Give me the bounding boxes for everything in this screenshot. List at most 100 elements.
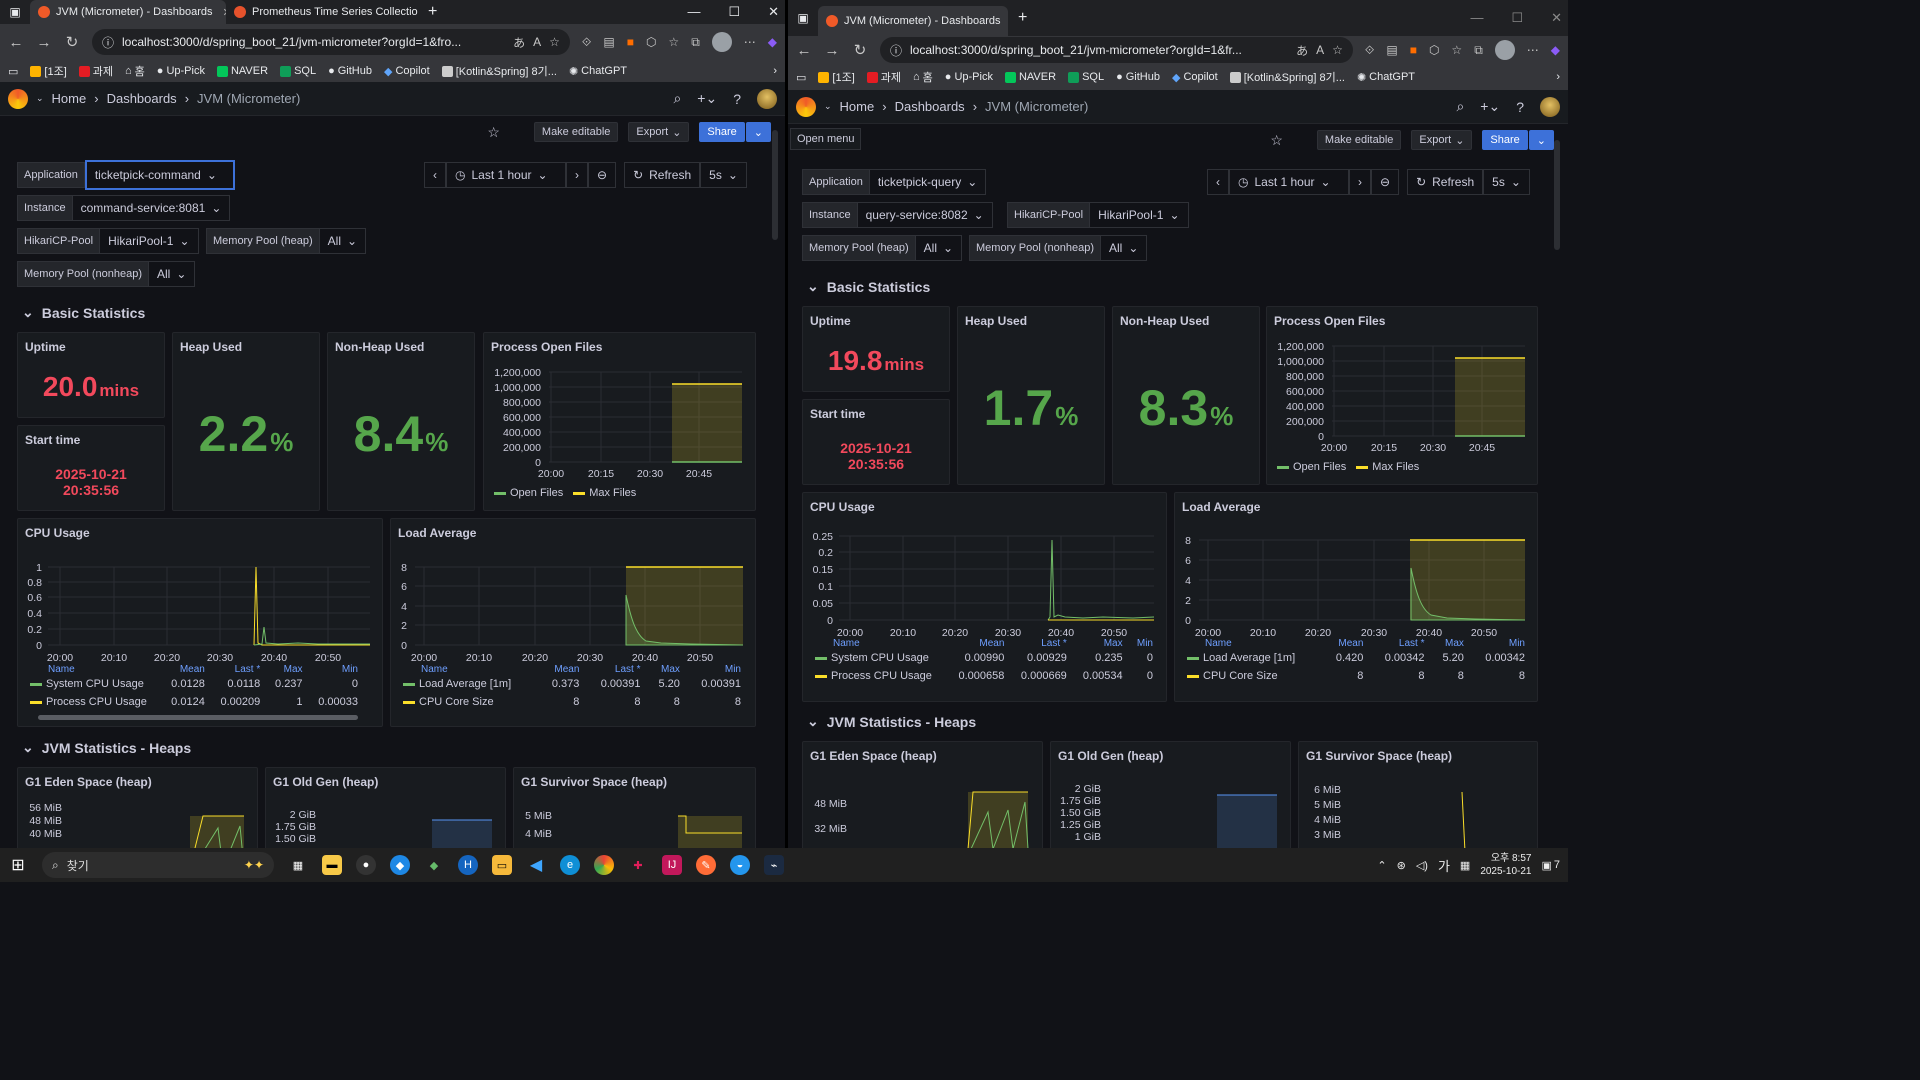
time-back-icon[interactable]: ‹ [1207, 169, 1229, 195]
zoom-out-icon[interactable]: ⊖ [588, 162, 617, 188]
share-button[interactable]: Share [699, 122, 745, 142]
extension-icon[interactable]: ⟐ [582, 35, 591, 50]
task-view-icon[interactable]: ▦ [288, 855, 308, 875]
column-header[interactable]: Min [1470, 638, 1531, 649]
zoom-out-icon[interactable]: ⊖ [1371, 169, 1400, 195]
tab-actions-icon[interactable]: ▣ [788, 11, 818, 25]
instance-select[interactable]: command-service:8081 ⌄ [72, 195, 231, 221]
table-row[interactable]: System CPU Usage 0.00990 0.00929 0.235 0 [809, 649, 1159, 667]
breadcrumb-home[interactable]: Home [52, 91, 87, 106]
bookmark-item[interactable]: 과제 [78, 63, 113, 79]
horizontal-scrollbar[interactable] [38, 715, 358, 720]
collections-icon[interactable]: ⧉ [1474, 43, 1483, 58]
star-icon[interactable]: ☆ [487, 124, 500, 141]
bookmark-folder-icon[interactable]: ▭ [8, 65, 18, 78]
new-tab-icon[interactable]: + [1018, 9, 1027, 27]
time-forward-icon[interactable]: › [566, 162, 588, 188]
nonheap-select[interactable]: All ⌄ [1101, 235, 1148, 261]
column-header[interactable]: Name [809, 638, 948, 649]
column-header[interactable]: Max [646, 664, 685, 675]
notes-app-icon[interactable]: ▬ [322, 855, 342, 875]
copilot-icon[interactable]: ◆ [1551, 43, 1560, 57]
heap-select[interactable]: All ⌄ [915, 235, 963, 261]
extension-icon[interactable]: ▤ [1386, 43, 1397, 57]
ime-indicator[interactable]: 가 [1438, 856, 1450, 875]
column-header[interactable]: Mean [539, 664, 586, 675]
add-icon[interactable]: +⌄ [697, 90, 717, 107]
site-info-icon[interactable]: ⓘ [890, 42, 902, 59]
slack-icon[interactable]: ✚ [628, 855, 648, 875]
notification-badge[interactable]: ▣ 7 [1541, 859, 1560, 872]
bookmark-item[interactable]: ◆ Copilot [1172, 71, 1218, 84]
refresh-interval-select[interactable]: 5s ⌄ [700, 162, 747, 188]
profile-avatar[interactable] [711, 32, 732, 52]
column-header[interactable]: Last * [585, 664, 646, 675]
column-header[interactable]: Min [309, 664, 364, 675]
heap-select[interactable]: All ⌄ [319, 228, 367, 254]
chevron-down-icon[interactable]: ⌄ [824, 101, 832, 112]
intellij-icon[interactable]: IJ [662, 855, 682, 875]
column-header[interactable]: Last * [1010, 638, 1072, 649]
bookmark-item[interactable]: ⌂ 홈 [125, 63, 145, 79]
copilot-icon[interactable]: ◆ [768, 35, 777, 49]
bookmark-item[interactable]: NAVER [1004, 71, 1056, 83]
windows-start-icon[interactable]: ⊞ [8, 855, 28, 875]
column-header[interactable]: Max [1073, 638, 1129, 649]
extension-icon[interactable]: ▤ [603, 35, 614, 49]
application-select[interactable]: ticketpick-command ⌄ [84, 160, 235, 190]
h2-app-icon[interactable]: H [458, 855, 478, 875]
breadcrumb-dashboards[interactable]: Dashboards [107, 91, 177, 106]
postman-icon[interactable]: ✎ [696, 855, 716, 875]
share-button[interactable]: Share [1482, 130, 1528, 150]
profile-avatar[interactable] [1494, 40, 1515, 60]
column-header[interactable]: Mean [162, 664, 211, 675]
bookmark-item[interactable]: SQL [1068, 71, 1104, 83]
clock[interactable]: 오후 8:57 2025-10-21 [1480, 852, 1531, 878]
page-scrollbar[interactable] [772, 130, 778, 240]
bookmark-item[interactable]: ● GitHub [1116, 71, 1160, 83]
extension-icon[interactable]: ■ [1410, 43, 1417, 57]
forward-icon[interactable]: → [824, 42, 840, 59]
column-header[interactable]: Name [1181, 638, 1323, 649]
help-icon[interactable]: ? [1516, 99, 1524, 115]
breadcrumb-home[interactable]: Home [840, 99, 875, 114]
column-header[interactable]: Name [24, 664, 162, 675]
refresh-button[interactable]: ↻ Refresh [624, 162, 701, 188]
row-basic-statistics[interactable]: ⌄ Basic Statistics [807, 278, 930, 295]
column-header[interactable]: Last * [1369, 638, 1430, 649]
row-jvm-heaps[interactable]: ⌄ JVM Statistics - Heaps [807, 713, 976, 730]
favorites-icon[interactable]: ☆ [668, 35, 679, 49]
grafana-logo-icon[interactable] [796, 96, 816, 117]
tab-actions-icon[interactable]: ▣ [0, 5, 30, 19]
app-icon[interactable]: ◆ [390, 855, 410, 875]
breadcrumb-dashboards[interactable]: Dashboards [895, 99, 965, 114]
maximize-icon[interactable]: ☐ [728, 0, 740, 24]
forward-icon[interactable]: → [36, 34, 52, 51]
bookmark-item[interactable]: [Kotlin&Spring] 8기... [441, 63, 557, 79]
column-header[interactable]: Mean [948, 638, 1010, 649]
bookmark-item[interactable]: [1조] [30, 63, 67, 79]
collections-icon[interactable]: ⧉ [691, 35, 700, 50]
favorite-star-icon[interactable]: ☆ [1332, 43, 1343, 57]
minimize-icon[interactable]: — [687, 0, 700, 24]
make-editable-button[interactable]: Make editable [533, 122, 619, 142]
site-info-icon[interactable]: ⓘ [102, 34, 114, 51]
close-window-icon[interactable]: ✕ [1551, 0, 1562, 36]
application-select[interactable]: ticketpick-query ⌄ [869, 169, 987, 195]
hikari-select[interactable]: HikariPool-1 ⌄ [100, 228, 199, 254]
search-icon[interactable]: ⌕ [1456, 98, 1464, 115]
time-back-icon[interactable]: ‹ [424, 162, 446, 188]
new-tab-icon[interactable]: + [428, 3, 437, 21]
row-basic-statistics[interactable]: ⌄ Basic Statistics [22, 304, 145, 321]
bookmark-item[interactable]: ✺ ChatGPT [1357, 71, 1415, 84]
bookmark-item[interactable]: SQL [280, 65, 316, 77]
make-editable-button[interactable]: Make editable [1316, 130, 1402, 150]
export-button[interactable]: Export ⌄ [1411, 130, 1473, 150]
taskbar-search[interactable]: ⌕ 찾기 ✦✦ [42, 852, 274, 878]
bookmark-item[interactable]: ● Up-Pick [157, 65, 205, 77]
user-avatar[interactable] [757, 88, 777, 109]
reload-icon[interactable]: ↻ [64, 33, 80, 51]
tab-prometheus[interactable]: Prometheus Time Series Collectio ✕ [226, 0, 422, 24]
star-icon[interactable]: ☆ [1270, 132, 1283, 149]
time-range-picker[interactable]: ◷ Last 1 hour ⌄ [1229, 169, 1349, 195]
